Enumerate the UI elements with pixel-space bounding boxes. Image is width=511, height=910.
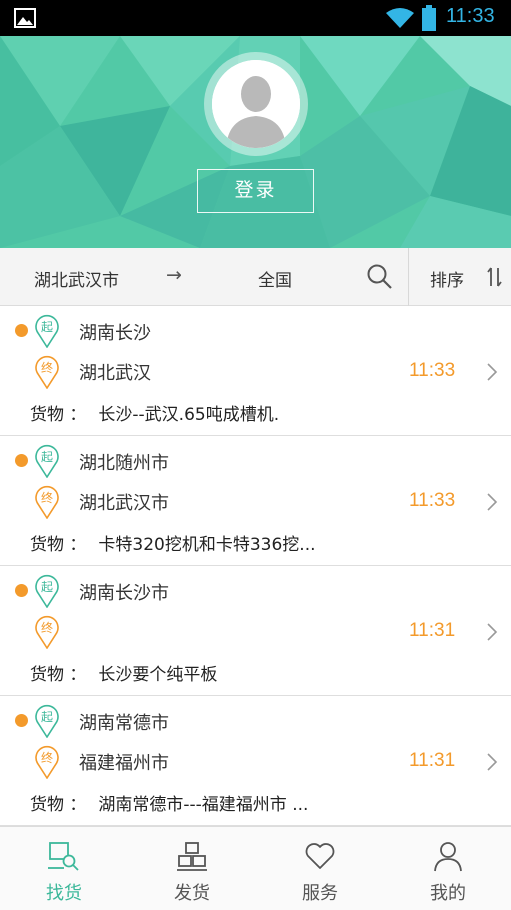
- destination-label: 福建福州市: [79, 753, 169, 774]
- cargo-description: 货物 ： 长沙--武汉.65吨成槽机.: [30, 400, 279, 425]
- destination-label: 湖北武汉: [79, 363, 151, 384]
- avatar-ring[interactable]: [204, 52, 308, 156]
- chevron-right-icon: [487, 623, 498, 641]
- find-cargo-icon: [48, 842, 79, 871]
- sort-icon[interactable]: [487, 266, 503, 288]
- destination-label: 湖北武汉市: [79, 493, 169, 514]
- cargo-label: 货物 ：: [30, 405, 87, 425]
- svg-text:终: 终: [41, 750, 53, 765]
- cargo-label: 货物 ：: [30, 795, 87, 815]
- end-pin-icon: 终: [35, 615, 59, 649]
- post-time: 11:33: [409, 360, 456, 381]
- nav-service[interactable]: 服务: [256, 827, 384, 910]
- sort-button[interactable]: 排序: [430, 266, 464, 291]
- cargo-text: 长沙--武汉.65吨成槽机.: [98, 405, 280, 425]
- image-icon: [14, 8, 36, 28]
- list-item[interactable]: 起 终 湖南长沙市 11:31 货物 ： 长沙要个纯平板: [0, 566, 511, 696]
- default-avatar-icon: [212, 60, 300, 148]
- list-item[interactable]: 起 终 湖南常德市 福建福州市 11:31 货物 ： 湖南常德市---福建福州市 …: [0, 696, 511, 826]
- svg-text:起: 起: [41, 320, 53, 334]
- route-filter-bar: 湖北武汉市 → 全国 排序: [0, 248, 511, 306]
- svg-text:起: 起: [41, 580, 53, 594]
- cargo-description: 货物 ： 卡特320挖机和卡特336挖...: [30, 530, 316, 555]
- origin-label: 湖北随州市: [79, 453, 169, 474]
- end-pin-icon: 终: [35, 485, 59, 519]
- nav-find-cargo[interactable]: 找货: [0, 827, 128, 910]
- svg-text:终: 终: [41, 360, 53, 375]
- svg-text:终: 终: [41, 620, 53, 635]
- svg-text:起: 起: [41, 450, 53, 464]
- nav-label: 找货: [46, 883, 82, 904]
- search-icon[interactable]: [366, 263, 394, 291]
- cargo-label: 货物 ：: [30, 665, 87, 685]
- unread-dot: [15, 324, 28, 337]
- cargo-text: 卡特320挖机和卡特336挖...: [98, 535, 316, 555]
- unread-dot: [15, 714, 28, 727]
- destination-selector[interactable]: 全国: [258, 266, 292, 291]
- chevron-right-icon: [487, 363, 498, 381]
- route-arrow-icon: →: [166, 264, 182, 286]
- nav-ship-cargo[interactable]: 发货: [128, 827, 256, 910]
- cargo-text: 湖南常德市---福建福州市 ...: [98, 795, 309, 815]
- person-icon: [434, 842, 462, 872]
- profile-header: 登录: [0, 36, 511, 248]
- login-button[interactable]: 登录: [197, 169, 314, 213]
- start-pin-icon: 起: [35, 444, 59, 478]
- post-time: 11:33: [409, 490, 456, 511]
- wifi-icon: [386, 8, 414, 28]
- start-pin-icon: 起: [35, 314, 59, 348]
- start-pin-icon: 起: [35, 704, 59, 738]
- cargo-label: 货物 ：: [30, 535, 87, 555]
- origin-label: 湖南长沙市: [79, 583, 169, 604]
- ship-cargo-icon: [177, 842, 207, 871]
- post-time: 11:31: [409, 750, 456, 771]
- bottom-nav: 找货 发货 服务 我的: [0, 826, 511, 910]
- nav-label: 我的: [430, 883, 466, 904]
- unread-dot: [15, 584, 28, 597]
- filter-divider: [408, 248, 409, 306]
- chevron-right-icon: [487, 753, 498, 771]
- nav-label: 发货: [174, 883, 210, 904]
- origin-label: 湖南常德市: [79, 713, 169, 734]
- cargo-order-list: 起 终 湖南长沙 湖北武汉 11:33 货物 ： 长沙--武汉.65吨成槽机. 起…: [0, 306, 511, 826]
- status-bar: 11:33: [0, 0, 511, 36]
- nav-mine[interactable]: 我的: [384, 827, 511, 910]
- status-time: 11:33: [446, 5, 495, 27]
- list-item[interactable]: 起 终 湖南长沙 湖北武汉 11:33 货物 ： 长沙--武汉.65吨成槽机.: [0, 306, 511, 436]
- origin-label: 湖南长沙: [79, 323, 151, 344]
- heart-icon: [305, 843, 335, 869]
- avatar[interactable]: [212, 60, 300, 148]
- nav-label: 服务: [302, 883, 338, 904]
- unread-dot: [15, 454, 28, 467]
- start-pin-icon: 起: [35, 574, 59, 608]
- chevron-right-icon: [487, 493, 498, 511]
- svg-text:终: 终: [41, 490, 53, 505]
- svg-text:起: 起: [41, 710, 53, 724]
- list-item[interactable]: 起 终 湖北随州市 湖北武汉市 11:33 货物 ： 卡特320挖机和卡特336挖…: [0, 436, 511, 566]
- end-pin-icon: 终: [35, 745, 59, 779]
- origin-city-selector[interactable]: 湖北武汉市: [34, 266, 119, 291]
- post-time: 11:31: [409, 620, 456, 641]
- end-pin-icon: 终: [35, 355, 59, 389]
- cargo-description: 货物 ： 长沙要个纯平板: [30, 660, 217, 685]
- battery-icon: [422, 5, 436, 31]
- cargo-description: 货物 ： 湖南常德市---福建福州市 ...: [30, 790, 308, 815]
- cargo-text: 长沙要个纯平板: [98, 665, 218, 685]
